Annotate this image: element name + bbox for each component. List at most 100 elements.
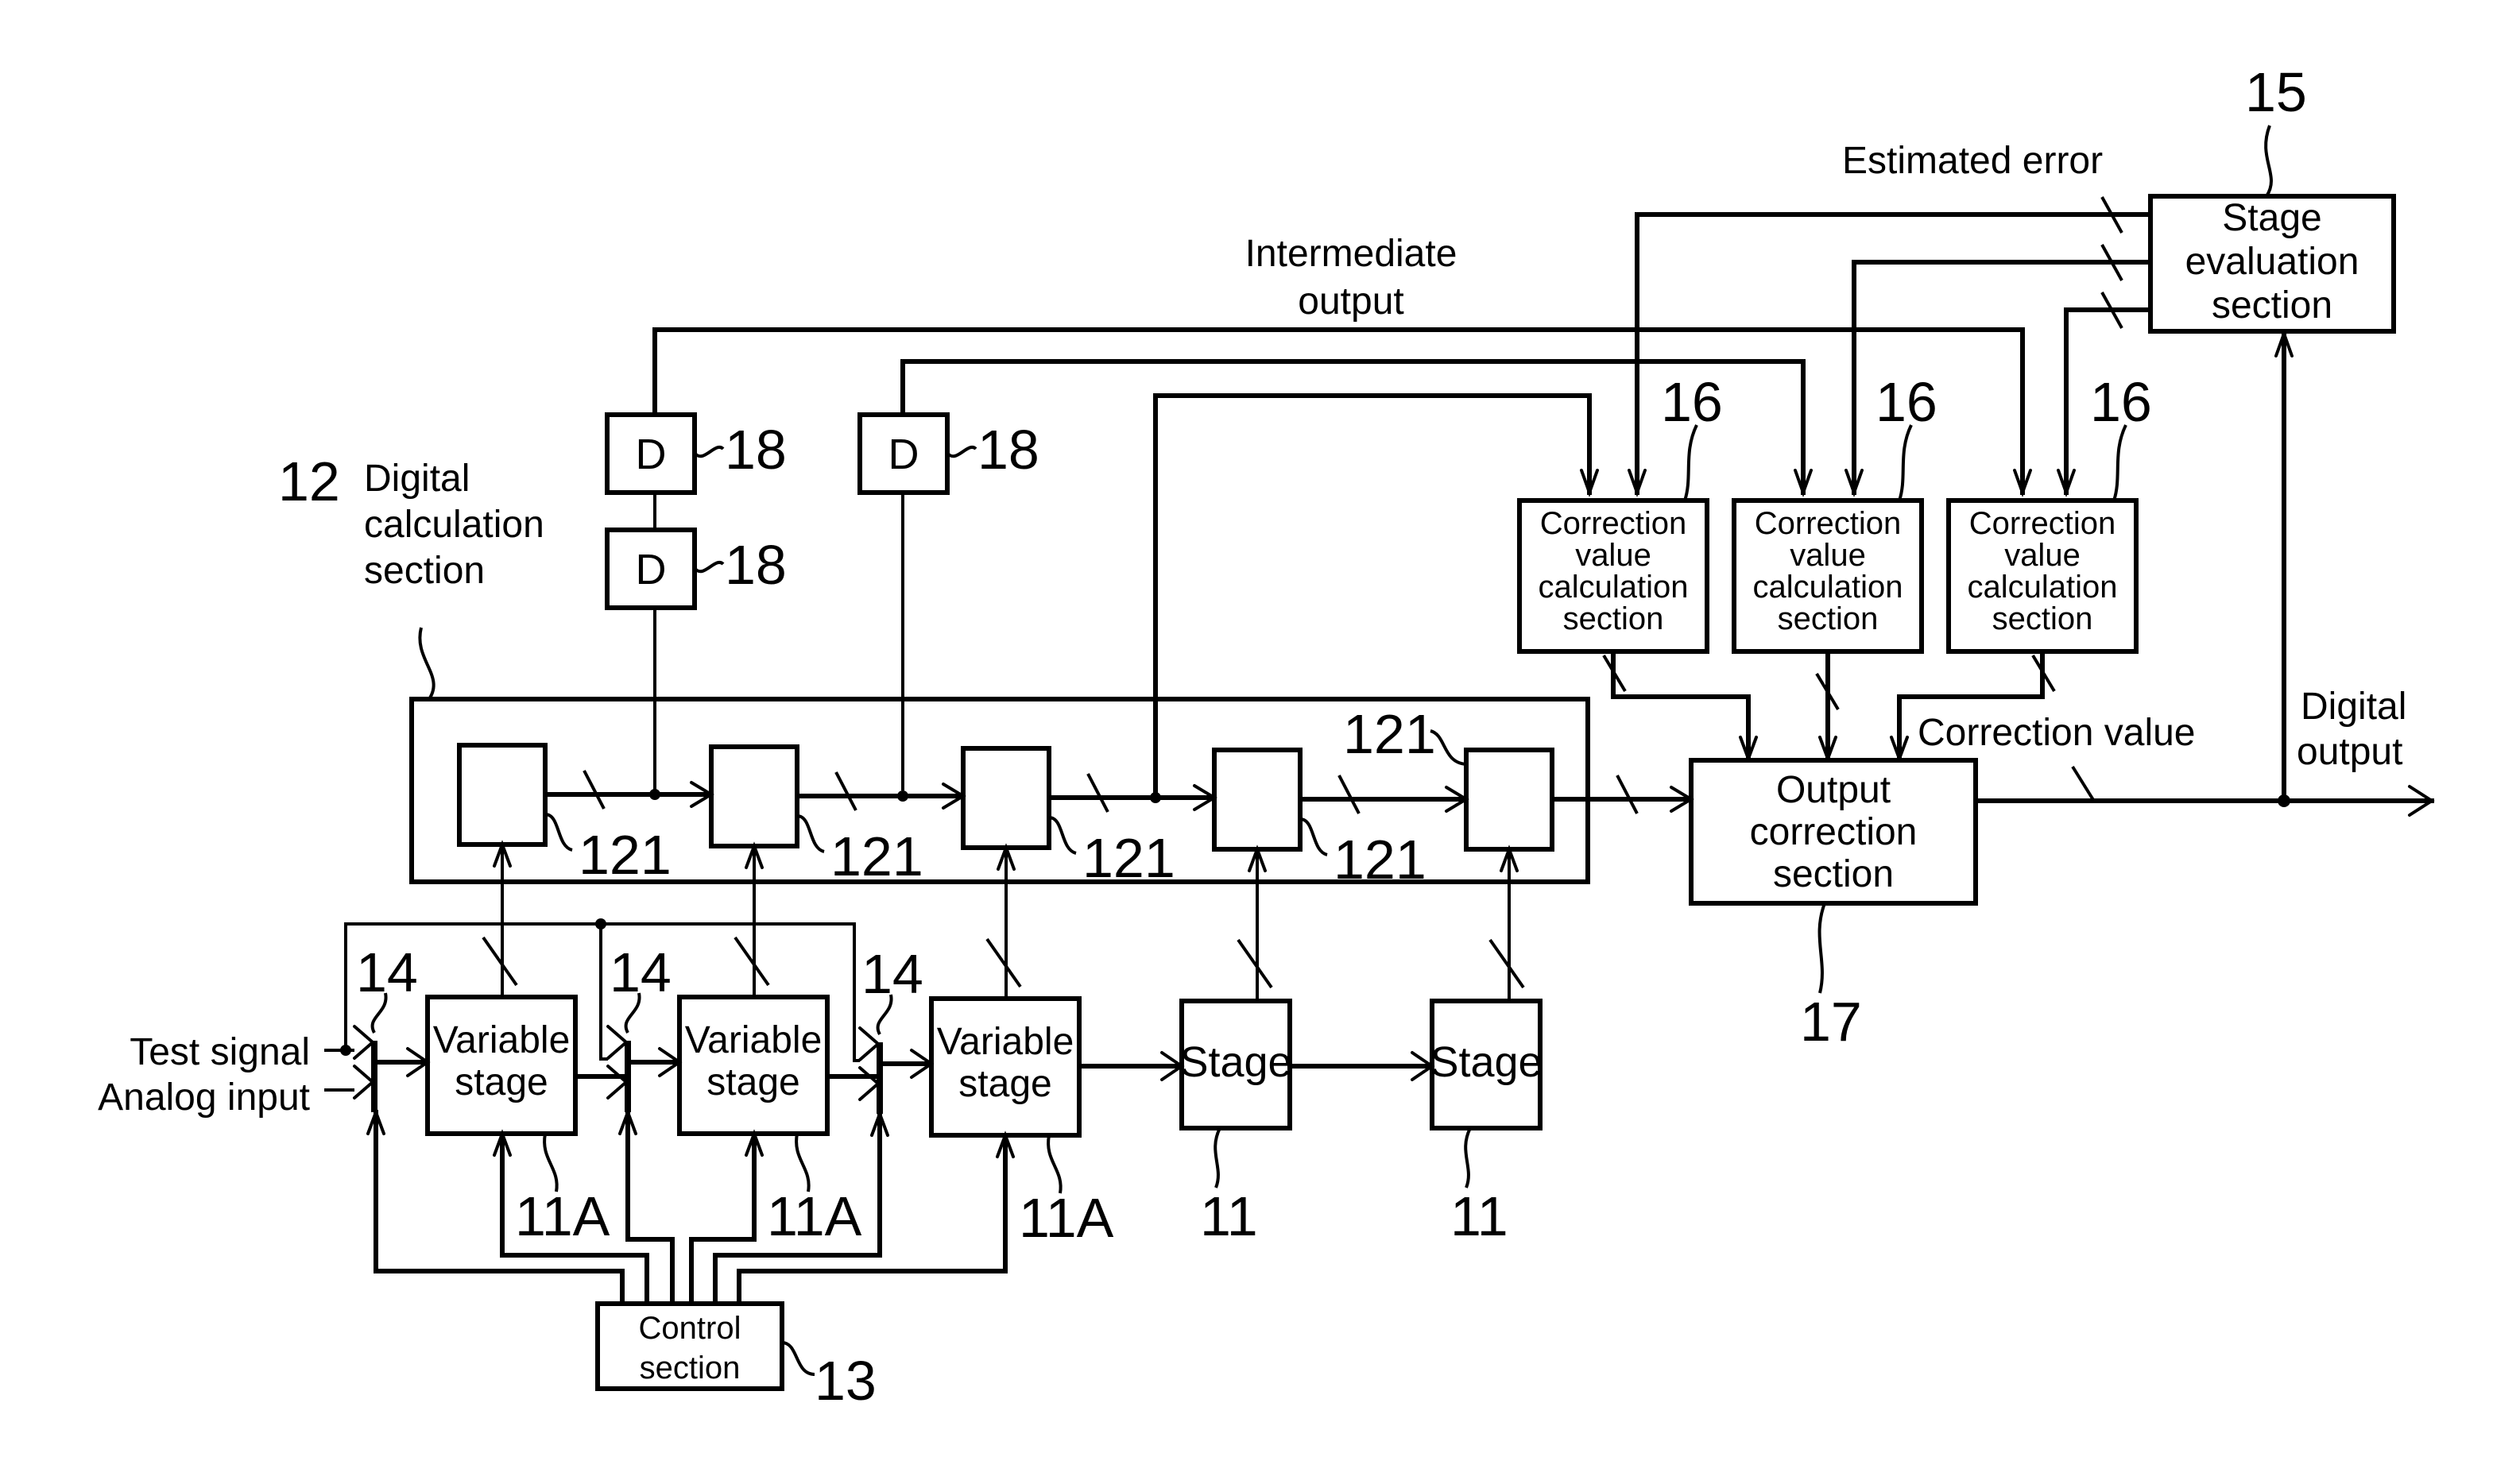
estimated-error-label: Estimated error xyxy=(1842,140,2103,182)
analog-input-label: Analog input xyxy=(98,1076,310,1119)
switch-2: 14 xyxy=(606,941,672,1112)
switch-3: 14 xyxy=(858,943,923,1114)
control-line1: Control xyxy=(639,1311,741,1346)
cv2-line2: value xyxy=(1790,538,1866,573)
output-correction-line1: Output xyxy=(1776,769,1891,811)
ref-label-14b: 14 xyxy=(610,941,672,1003)
correction-value-block-3: Correction value calculation section 16 xyxy=(1946,371,2152,654)
stage1-label: Stage xyxy=(1179,1038,1291,1086)
output-correction-line3: section xyxy=(1773,853,1894,895)
stage-1: Stage 11 xyxy=(1179,999,1292,1247)
ref-label-13: 13 xyxy=(815,1350,877,1412)
cv2-line3: calculation xyxy=(1752,570,1903,605)
test-signal-label: Test signal xyxy=(130,1031,310,1073)
intermediate-output-line1: Intermediate xyxy=(1245,233,1457,275)
delay-block-2: D 18 xyxy=(605,528,787,610)
cv3-line2: value xyxy=(2004,538,2081,573)
cv1-line2: value xyxy=(1575,538,1651,573)
calc-unit-5 xyxy=(1464,748,1554,852)
control-lines xyxy=(366,1107,1015,1306)
variable-stage-ref-labels: 11A 11A 11A xyxy=(515,1133,1114,1249)
ref-label-11-1: 11 xyxy=(1200,1185,1258,1247)
correction-value-label: Correction value xyxy=(1918,712,2196,754)
ref-label-16a: 16 xyxy=(1661,371,1723,433)
vs1-line2: stage xyxy=(455,1061,548,1103)
ref-label-18b: 18 xyxy=(725,534,787,596)
delay-label-3: D xyxy=(888,431,919,478)
ref-leader-16a xyxy=(1683,424,1698,501)
switch-1: 14 xyxy=(353,941,418,1112)
ref-label-121b: 121 xyxy=(830,825,923,887)
ref-label-17: 17 xyxy=(1800,991,1862,1053)
cv1-line4: section xyxy=(1563,601,1664,636)
ref-label-11a-2: 11A xyxy=(767,1185,862,1247)
cv3-line4: section xyxy=(1992,601,2093,636)
ref-label-14a: 14 xyxy=(356,941,418,1003)
stage-eval-line3: section xyxy=(2212,284,2332,327)
digital-output-line1: Digital xyxy=(2301,686,2406,728)
vs3-line2: stage xyxy=(958,1063,1051,1105)
ref-label-121d: 121 xyxy=(1334,829,1426,891)
stage-evaluation-block: Stage evaluation section 15 xyxy=(2148,61,2396,334)
variable-stage-3: Variable stage xyxy=(929,996,1082,1138)
output-correction-line2: correction xyxy=(1750,811,1918,853)
digital-calc-line2: calculation xyxy=(364,504,544,546)
control-line2: section xyxy=(640,1351,741,1386)
ref-label-11a-1: 11A xyxy=(515,1185,610,1247)
ref-leader-18b xyxy=(693,561,725,574)
delay-label-2: D xyxy=(636,546,667,593)
digital-calc-line1: Digital xyxy=(364,458,470,500)
control-section-block: Control section 13 xyxy=(595,1301,877,1412)
ref-leader-12 xyxy=(418,627,435,701)
digital-calc-line3: section xyxy=(364,550,485,592)
vs2-line2: stage xyxy=(706,1061,799,1103)
ref-label-121a: 121 xyxy=(579,824,672,886)
ref-label-16b: 16 xyxy=(1875,371,1937,433)
stage-2: Stage 11 xyxy=(1430,999,1543,1247)
ref-leader-16b xyxy=(1898,424,1913,501)
cv1-line3: calculation xyxy=(1538,570,1688,605)
ref-label-18a: 18 xyxy=(725,419,787,481)
cv-input-arrows xyxy=(1580,469,2076,497)
calc-unit-4 xyxy=(1212,748,1303,852)
ref-label-11a-3: 11A xyxy=(1019,1187,1114,1249)
ref-label-11-2: 11 xyxy=(1450,1185,1508,1247)
vs2-line1: Variable xyxy=(685,1019,823,1061)
cv2-line1: Correction xyxy=(1755,506,1902,541)
estimated-error-lines xyxy=(1635,196,2153,495)
ref-label-18c: 18 xyxy=(977,419,1039,481)
calc-unit-2 xyxy=(709,744,799,848)
ref-label-12: 12 xyxy=(278,450,340,512)
cv1-line1: Correction xyxy=(1540,506,1687,541)
vs1-line1: Variable xyxy=(433,1019,571,1061)
block-diagram: Stage evaluation section 15 Estimated er… xyxy=(98,61,2435,1412)
digital-output-line2: output xyxy=(2297,731,2402,773)
ref-label-16c: 16 xyxy=(2090,371,2152,433)
ref-label-121e: 121 xyxy=(1343,703,1436,765)
ref-leader-16c xyxy=(2112,424,2127,501)
ref-label-14c: 14 xyxy=(861,943,923,1005)
correction-value-block-1: Correction value calculation section 16 xyxy=(1517,371,1723,654)
cv2-line4: section xyxy=(1778,601,1879,636)
ref-leader-18c xyxy=(946,446,977,458)
delay-label-1: D xyxy=(636,431,667,478)
ref-leader-18a xyxy=(693,446,725,458)
ref-leader-17 xyxy=(1817,902,1826,994)
variable-stage-2: Variable stage xyxy=(677,995,830,1136)
ref-leader-15 xyxy=(2264,125,2273,198)
cv3-line3: calculation xyxy=(1967,570,2117,605)
delay-block-1: D 18 xyxy=(605,412,787,495)
calc-unit-1 xyxy=(457,743,548,847)
cv3-line1: Correction xyxy=(1969,506,2116,541)
ref-label-15: 15 xyxy=(2245,61,2307,123)
intermediate-output-line2: output xyxy=(1298,280,1403,323)
calc-unit-3 xyxy=(961,746,1051,850)
stage2-label: Stage xyxy=(1430,1038,1542,1086)
stage-eval-line2: evaluation xyxy=(2185,241,2359,283)
stage-eval-line1: Stage xyxy=(2222,197,2321,239)
output-correction-block: Output correction section 17 xyxy=(1689,758,1978,1053)
delay-block-3: D 18 xyxy=(857,412,1039,495)
correction-value-block-2: Correction value calculation section 16 xyxy=(1732,371,1937,654)
ref-label-121c: 121 xyxy=(1082,827,1175,889)
variable-stage-1: Variable stage xyxy=(425,995,578,1136)
